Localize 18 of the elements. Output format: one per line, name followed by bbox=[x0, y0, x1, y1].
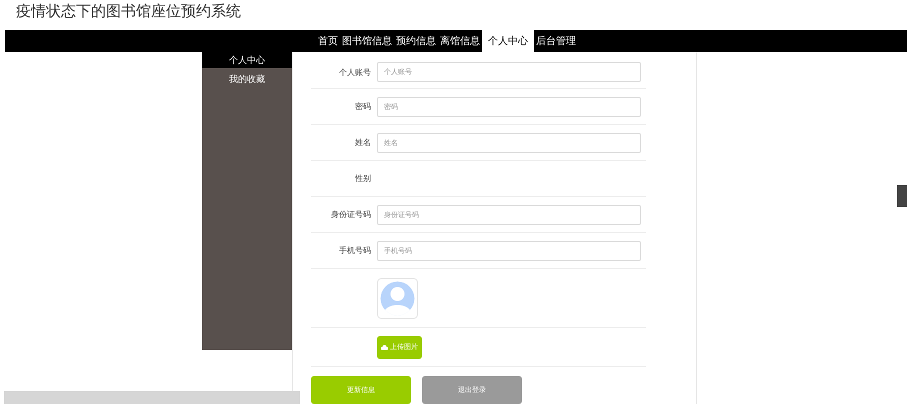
field-label: 密码 bbox=[354, 101, 371, 112]
nav-link[interactable]: 首页 bbox=[316, 30, 340, 52]
site-title: 疫情状态下的图书馆座位预约系统 bbox=[16, 2, 241, 21]
avatar-icon bbox=[377, 278, 418, 318]
nav-link[interactable]: 个人中心 bbox=[482, 30, 534, 52]
field-label: 身份证号码 bbox=[330, 209, 371, 220]
field-label: 手机号码 bbox=[338, 245, 371, 256]
cloud-icon bbox=[381, 344, 388, 350]
nav-link[interactable]: 离馆信息 bbox=[438, 30, 482, 52]
nav-link[interactable]: 后台管理 bbox=[534, 30, 578, 52]
nav-link[interactable]: 图书馆信息 bbox=[340, 30, 394, 52]
side-panel-tab[interactable] bbox=[897, 185, 907, 207]
field-label: 性别 bbox=[354, 173, 371, 184]
field-label: 姓名 bbox=[354, 137, 371, 148]
field-label: 个人账号 bbox=[338, 66, 371, 78]
sidebar-item[interactable]: 我的收藏 bbox=[202, 68, 292, 90]
nav-link[interactable]: 预约信息 bbox=[394, 30, 438, 52]
sidebar-item[interactable]: 个人中心 bbox=[202, 52, 292, 68]
